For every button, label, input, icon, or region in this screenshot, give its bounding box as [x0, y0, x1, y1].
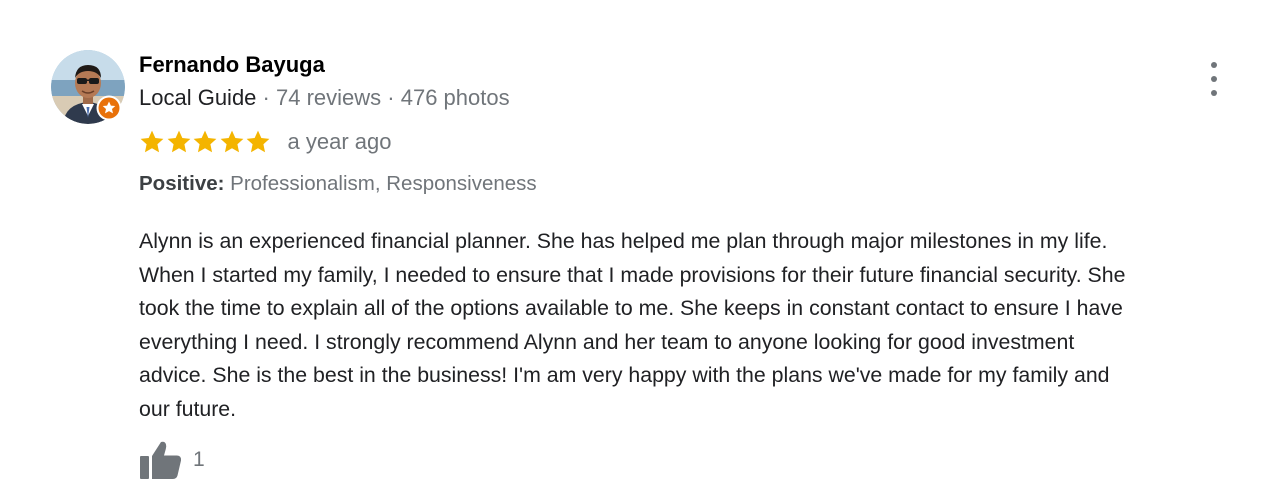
avatar[interactable]: [51, 50, 125, 124]
star-icon: [167, 130, 190, 153]
more-vert-icon: [1211, 62, 1217, 68]
like-count: 1: [193, 448, 205, 471]
highlights-value: Professionalism, Responsiveness: [230, 172, 537, 195]
review-date: a year ago: [287, 129, 392, 154]
meta-separator: ·: [387, 85, 395, 110]
review-card: Fernando Bayuga Local Guide · 74 reviews…: [0, 0, 1280, 498]
review-line: When I started my family, I needed to en…: [139, 262, 1126, 287]
review-line: advice. She is the best in the business!…: [139, 363, 1110, 388]
more-vert-icon-dot: [1211, 90, 1217, 96]
star-icon: [246, 130, 270, 153]
review-line: our future.: [139, 396, 237, 421]
thumbs-up-icon[interactable]: [139, 440, 182, 480]
review-line: Alynn is an experienced financial planne…: [139, 229, 1108, 253]
more-options-button[interactable]: [1198, 62, 1230, 96]
review-highlights: Positive: Professionalism, Responsivenes…: [139, 170, 537, 198]
highlights-label: Positive:: [139, 172, 225, 195]
review-text: Alynn is an experienced financial planne…: [139, 225, 1259, 427]
review-line: everything I need. I strongly recommend …: [139, 329, 1075, 354]
author-name[interactable]: Fernando Bayuga: [139, 51, 325, 79]
reviews-count: 74 reviews: [276, 85, 382, 110]
review-line: took the time to explain all of the opti…: [139, 296, 1123, 321]
rating-row: a year ago: [139, 126, 391, 158]
star-icon: [220, 130, 243, 153]
more-vert-icon-dot: [1211, 76, 1217, 82]
like-row: 1: [139, 440, 205, 480]
star-rating: [139, 129, 272, 155]
meta-separator: ·: [262, 85, 270, 110]
star-icon: [193, 130, 217, 153]
author-meta: Local Guide · 74 reviews · 476 photos: [139, 84, 510, 112]
star-icon: [140, 130, 164, 153]
local-guide-badge-icon: [96, 95, 122, 121]
local-guide-label: Local Guide: [139, 85, 257, 110]
photos-count: 476 photos: [400, 85, 510, 110]
